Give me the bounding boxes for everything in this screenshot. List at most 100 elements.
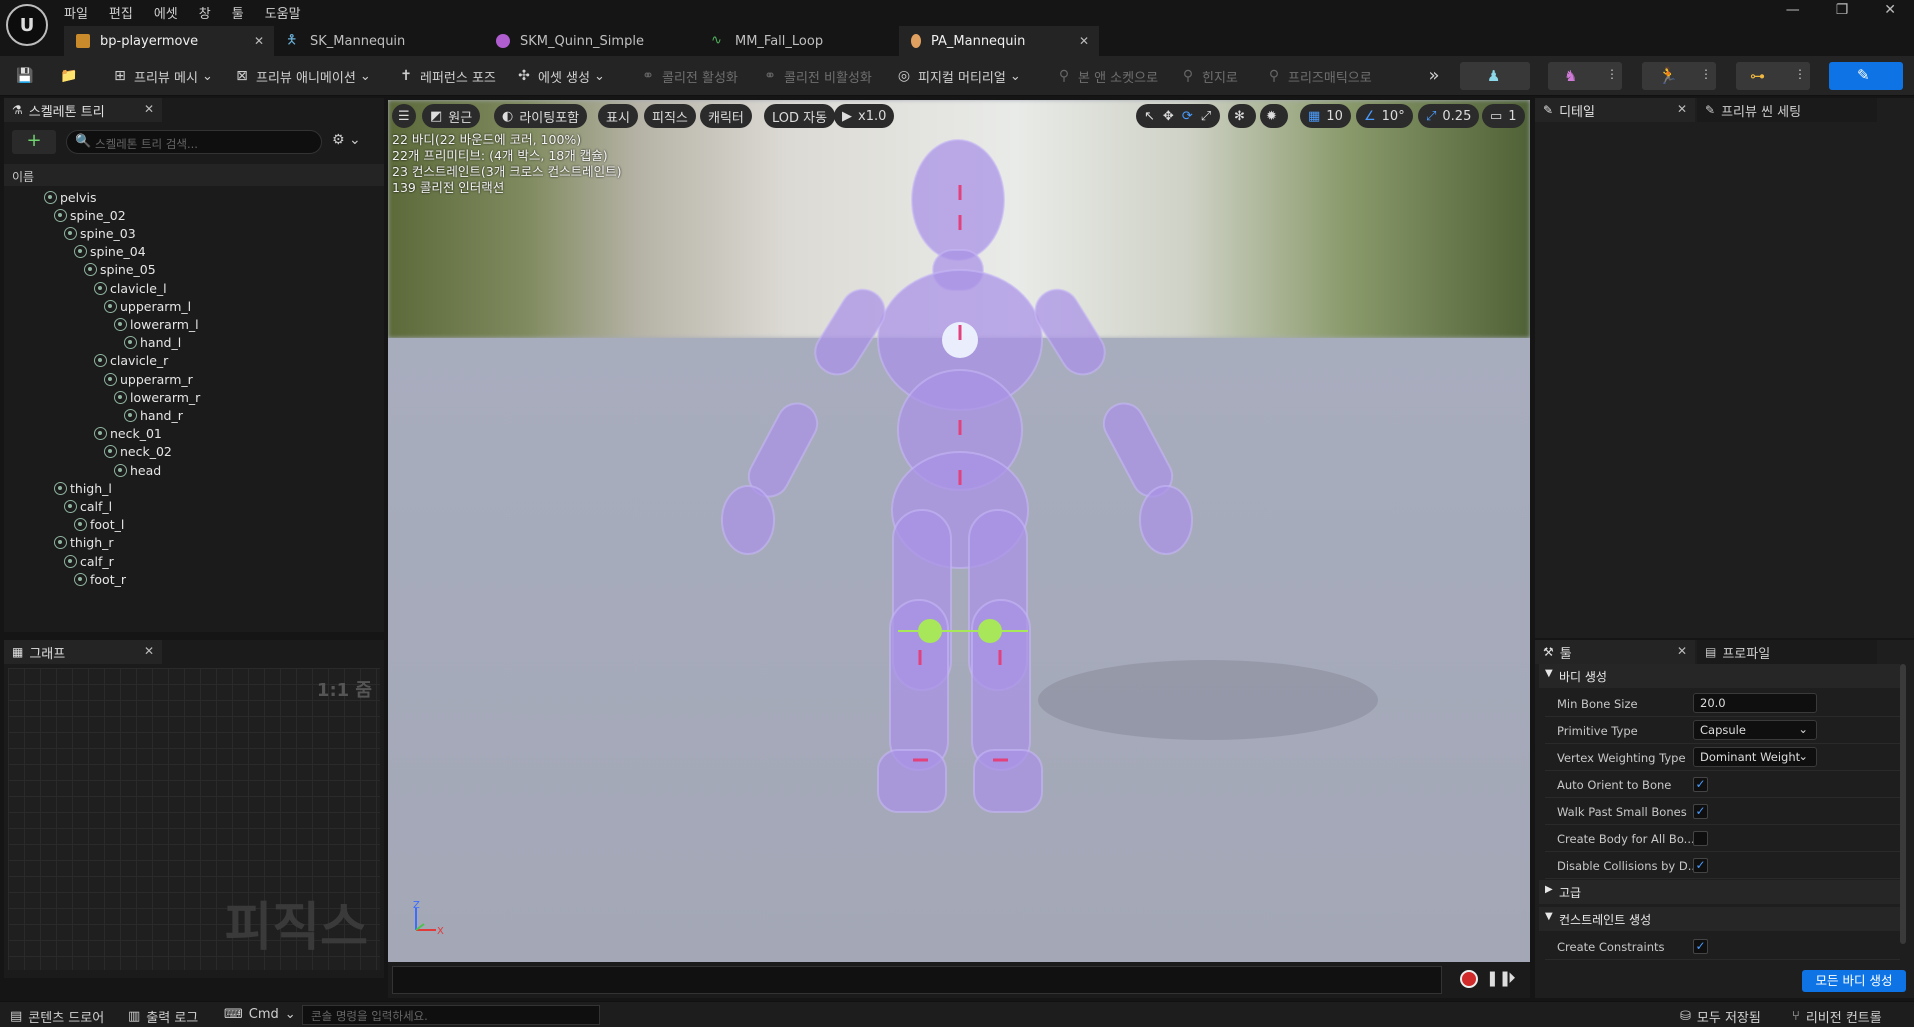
scale-icon[interactable]: ⤢ [1201,109,1211,124]
step-forward-button[interactable]: ⏵ [1508,969,1516,987]
bone-row-upperarm-l[interactable]: upperarm_l [104,297,191,315]
disable-collision-button[interactable]: ⚭ 콜리전 비활성화 [762,64,872,88]
bone-row-clavicle-l[interactable]: clavicle_l [94,279,167,297]
bone-row-spine-03[interactable]: spine_03 [64,224,136,242]
bone-row-hand-r[interactable]: hand_r [124,406,183,424]
settings-gear-icon[interactable]: ⚙ ⌄ [332,132,361,148]
physics-view-button[interactable]: 피직스 [644,104,696,128]
bone-row-hand-l[interactable]: hand_l [124,334,181,352]
close-icon[interactable]: ✕ [1079,34,1089,48]
menu-edit[interactable]: 편집 [109,3,133,22]
prismatic-button[interactable]: ⚲ 프리즈매틱으로 [1266,64,1372,88]
bone-row-head[interactable]: head [114,461,161,479]
lod-button[interactable]: LOD 자동 [764,104,836,128]
tab-details[interactable]: ✎ 디테일 ✕ [1535,98,1695,122]
physical-material-button[interactable]: ◎ 피지컬 머티리얼 ⌄ [896,64,1021,88]
close-icon[interactable]: ✕ [1677,644,1687,658]
search-input[interactable]: 🔍 스켈레톤 트리 검색... [66,130,322,154]
tab-skeleton-tree[interactable]: ⚗ 스켈레톤 트리 ✕ [4,98,162,122]
bone-row-clavicle-r[interactable]: clavicle_r [94,352,168,370]
enable-collision-button[interactable]: ⚭ 콜리전 활성화 [640,64,738,88]
bone-row-spine-05[interactable]: spine_05 [84,261,156,279]
bone-row-neck-01[interactable]: neck_01 [94,425,162,443]
preview-anim-button[interactable]: ⊠ 프리뷰 애니메이션 ⌄ [234,64,371,88]
menu-help[interactable]: 도움말 [265,3,301,22]
world-space-button[interactable]: ✻ [1228,104,1256,128]
transform-tools[interactable]: ↖ ✥ ⟳ ⤢ [1136,104,1220,128]
scale-snap-button[interactable]: ⤢ 0.25 [1418,104,1480,128]
save-icon[interactable]: 💾 [16,64,38,88]
close-icon[interactable]: ✕ [144,102,154,116]
lighting-button[interactable]: ◐ 라이팅포함 [494,104,588,128]
viewport-menu-button[interactable]: ☰ [392,104,416,128]
menu-asset[interactable]: 에셋 [154,3,178,22]
tab-profile[interactable]: ▤ 프로파일 [1697,640,1877,664]
grid-snap-button[interactable]: ▦ 10 [1300,104,1351,128]
unreal-logo-icon[interactable]: U [6,4,48,46]
tab-preview-scene-settings[interactable]: ✎ 프리뷰 씬 세팅 [1697,98,1877,122]
tab-tools[interactable]: ⚒ 툴 ✕ [1535,640,1695,664]
checkbox[interactable] [1693,831,1708,846]
overflow-chevron-icon[interactable]: » [1426,64,1448,88]
restore-icon[interactable]: ❐ [1836,2,1849,18]
minimize-icon[interactable]: — [1786,2,1800,18]
section-constraint-creation[interactable]: ▼ 컨스트레인트 생성 [1539,907,1900,931]
translate-icon[interactable]: ✥ [1163,109,1174,124]
checkbox[interactable]: ✓ [1693,804,1708,819]
close-window-icon[interactable]: ✕ [1884,2,1896,18]
bone-row-lowerarm-l[interactable]: lowerarm_l [114,315,199,333]
create-asset-button[interactable]: ✣ 에셋 생성 ⌄ [516,64,605,88]
bone-row-calf-l[interactable]: calf_l [64,497,112,515]
content-drawer-button[interactable]: ▤ 콘텐츠 드로어 [10,1007,104,1026]
kebab-icon[interactable]: ⋮ [1794,67,1806,81]
text-field[interactable]: 20.0 [1693,693,1817,713]
mesh-mode-button[interactable]: ♞ ⋮ [1548,62,1622,90]
section-advanced[interactable]: ▶ 고급 [1539,880,1900,904]
close-icon[interactable]: ✕ [1677,102,1687,116]
bone-row-neck-02[interactable]: neck_02 [104,443,172,461]
bone-row-foot-r[interactable]: foot_r [74,570,126,588]
tab-graph[interactable]: ▦ 그래프 ✕ [4,640,162,664]
create-constraints-checkbox[interactable]: ✓ [1693,939,1708,954]
bone-row-pelvis[interactable]: pelvis [44,188,96,206]
bone-row-upperarm-r[interactable]: upperarm_r [104,370,193,388]
checkbox[interactable]: ✓ [1693,777,1708,792]
generate-all-bodies-button[interactable]: 모든 바디 생성 [1802,970,1906,992]
playback-speed-button[interactable]: ▶ x1.0 [834,104,895,128]
tab-pa-mannequin[interactable]: PA_Mannequin ✕ [899,26,1099,56]
bone-row-thigh-r[interactable]: thigh_r [54,534,114,552]
tab-bp-playermove[interactable]: bp-playermove ✕ [64,26,274,56]
angle-snap-button[interactable]: ∠ 10° [1356,104,1413,128]
revision-control-button[interactable]: ⑂ 리비전 컨트롤 [1792,1007,1882,1026]
kebab-icon[interactable]: ⋮ [1606,67,1618,81]
scrollbar[interactable] [1900,664,1906,944]
bone-row-calf-r[interactable]: calf_r [64,552,114,570]
graph-canvas[interactable]: 1:1 줌 피직스 [8,668,380,970]
tab-sk-mannequin[interactable]: 🯅 SK_Mannequin [274,26,484,56]
bone-row-spine-04[interactable]: spine_04 [74,243,146,261]
checkbox[interactable]: ✓ [1693,858,1708,873]
preview-mesh-button[interactable]: ⊞ 프리뷰 메시 ⌄ [112,64,213,88]
tab-skm-quinn-simple[interactable]: SKM_Quinn_Simple [484,26,699,56]
surface-snap-button[interactable]: ✹ [1260,104,1288,128]
close-icon[interactable]: ✕ [144,644,154,658]
reference-pose-button[interactable]: ✝ 레퍼런스 포즈 [398,64,496,88]
physics-mode-button[interactable]: ✎ [1829,62,1903,90]
bone-socket-button[interactable]: ⚲ 본 앤 소켓으로 [1056,64,1158,88]
menu-file[interactable]: 파일 [64,3,88,22]
bone-row-foot-l[interactable]: foot_l [74,516,124,534]
perspective-button[interactable]: ◩ 원근 [422,104,481,128]
bone-row-lowerarm-r[interactable]: lowerarm_r [114,388,200,406]
bone-row-thigh-l[interactable]: thigh_l [54,479,112,497]
record-button[interactable] [1460,970,1478,988]
rotate-icon[interactable]: ⟳ [1182,109,1193,124]
section-body-creation[interactable]: ▼ 바디 생성 [1539,664,1900,688]
add-button[interactable]: + [12,130,56,154]
bone-row-spine-02[interactable]: spine_02 [54,206,126,224]
menu-tools[interactable]: 툴 [232,3,244,22]
menu-window[interactable]: 창 [199,3,211,22]
output-log-button[interactable]: ▥ 출력 로그 [128,1007,198,1026]
show-button[interactable]: 표시 [598,104,638,128]
camera-speed-button[interactable]: ▭ 1 [1482,104,1525,128]
dropdown[interactable]: Dominant Weight ⌄ [1693,747,1817,767]
